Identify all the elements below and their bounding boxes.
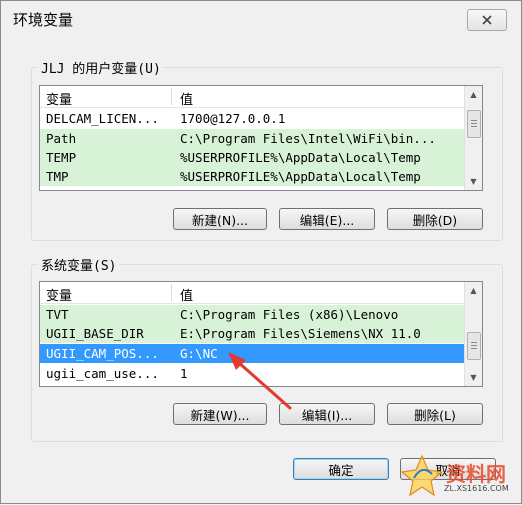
row-name: DELCAM_LICEN... xyxy=(46,111,159,126)
table-row[interactable]: ugii_cam_use... 1 xyxy=(40,364,464,383)
table-row[interactable]: TMP %USERPROFILE%\AppData\Local\Temp xyxy=(40,167,464,186)
user-delete-button[interactable]: 删除(D) xyxy=(387,208,483,230)
system-variables-label: 系统变量(S) xyxy=(38,255,120,274)
user-new-button[interactable]: 新建(N)... xyxy=(173,208,267,230)
scroll-thumb[interactable] xyxy=(467,332,481,360)
system-variables-list[interactable]: 变量 值 TVT C:\Program Files (x86)\Lenovo U… xyxy=(39,281,483,387)
scroll-up-icon[interactable]: ▲ xyxy=(465,86,482,103)
vertical-scrollbar[interactable]: ▲ ▼ xyxy=(464,282,482,386)
row-value: E:\Program Files\Siemens\NX 11.0 xyxy=(180,326,421,341)
column-divider[interactable] xyxy=(171,88,172,105)
row-name: TMP xyxy=(46,169,69,184)
row-value: C:\Program Files\Intel\WiFi\bin... xyxy=(180,131,436,146)
watermark-url: ZL.XS1616.COM xyxy=(444,484,509,493)
system-new-button[interactable]: 新建(W)... xyxy=(173,403,267,425)
table-row[interactable]: TEMP %USERPROFILE%\AppData\Local\Temp xyxy=(40,148,464,167)
row-name: TVT xyxy=(46,307,69,322)
user-variables-list[interactable]: 变量 值 DELCAM_LICEN... 1700@127.0.0.1 Path… xyxy=(39,85,483,191)
row-name: ugii_cam_use... xyxy=(46,366,159,381)
row-name: UGII_BASE_DIR xyxy=(46,326,144,341)
table-row-selected[interactable]: UGII_CAM_POS... G:\NC xyxy=(40,344,464,363)
row-name: TEMP xyxy=(46,150,77,165)
window-title: 环境变量 xyxy=(13,11,74,29)
row-value: G:\NC xyxy=(180,346,218,361)
user-edit-button[interactable]: 编辑(E)... xyxy=(279,208,375,230)
vertical-scrollbar[interactable]: ▲ ▼ xyxy=(464,86,482,190)
close-x-icon xyxy=(482,15,492,25)
user-variables-label: JLJ 的用户变量(U) xyxy=(38,58,164,77)
table-row[interactable]: UGII_BASE_DIR E:\Program Files\Siemens\N… xyxy=(40,324,464,343)
row-value: %USERPROFILE%\AppData\Local\Temp xyxy=(180,150,421,165)
column-header-name[interactable]: 变量 xyxy=(46,285,72,304)
system-edit-button[interactable]: 编辑(I)... xyxy=(279,403,375,425)
title-bar: 环境变量 xyxy=(1,1,521,37)
column-header-name[interactable]: 变量 xyxy=(46,89,72,108)
column-header-value[interactable]: 值 xyxy=(180,285,193,304)
watermark-brand: 资料网 xyxy=(446,462,506,486)
row-name: UGII_CAM_POS... xyxy=(46,346,159,361)
row-value: 1 xyxy=(180,366,188,381)
row-value: 1700@127.0.0.1 xyxy=(180,111,286,126)
list-header: 变量 值 xyxy=(40,86,464,108)
column-divider[interactable] xyxy=(171,284,172,301)
scroll-down-icon[interactable]: ▼ xyxy=(465,369,482,386)
scroll-thumb[interactable] xyxy=(467,110,481,138)
list-header: 变量 值 xyxy=(40,282,464,304)
environment-variables-dialog: 环境变量 JLJ 的用户变量(U) 变量 值 DELCAM_LICEN... 1… xyxy=(0,0,522,504)
table-row[interactable]: TVT C:\Program Files (x86)\Lenovo xyxy=(40,305,464,324)
row-value: C:\Program Files (x86)\Lenovo xyxy=(180,307,399,322)
ok-button[interactable]: 确定 xyxy=(293,458,389,480)
scroll-up-icon[interactable]: ▲ xyxy=(465,282,482,299)
row-name: Path xyxy=(46,131,77,146)
column-header-value[interactable]: 值 xyxy=(180,89,193,108)
row-value: %USERPROFILE%\AppData\Local\Temp xyxy=(180,169,421,184)
close-button[interactable] xyxy=(467,9,507,31)
watermark-logo: 资料网 ZL.XS1616.COM xyxy=(400,452,520,502)
scroll-down-icon[interactable]: ▼ xyxy=(465,173,482,190)
table-row[interactable]: DELCAM_LICEN... 1700@127.0.0.1 xyxy=(40,109,464,128)
table-row[interactable]: Path C:\Program Files\Intel\WiFi\bin... xyxy=(40,129,464,148)
system-delete-button[interactable]: 删除(L) xyxy=(387,403,483,425)
